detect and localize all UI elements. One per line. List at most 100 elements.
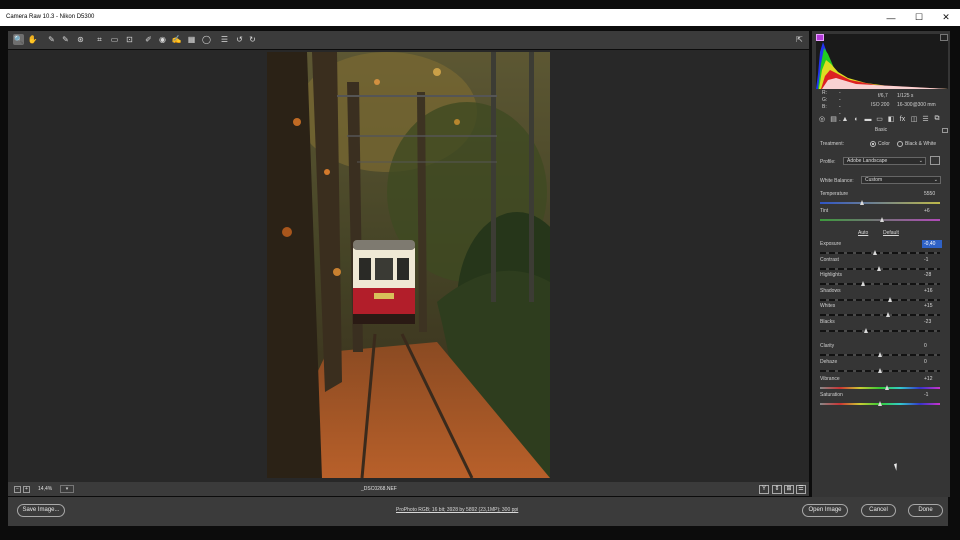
slider-thumb[interactable] — [878, 368, 882, 373]
snapshots-tab-icon[interactable]: ⧉ — [933, 115, 941, 123]
slider-thumb[interactable] — [861, 281, 866, 286]
slider-thumb[interactable] — [878, 401, 882, 406]
slider-track[interactable] — [820, 299, 940, 301]
slider-value-field[interactable]: -23 — [922, 318, 942, 326]
slider-track[interactable] — [820, 314, 940, 316]
slider-thumb[interactable] — [887, 297, 892, 302]
rotate-right-icon[interactable]: ↻ — [247, 34, 258, 45]
slider-tint[interactable]: Tint +6 — [818, 208, 942, 224]
slider-blacks[interactable]: Blacks -23 — [818, 319, 942, 335]
transform-tab-icon[interactable]: ◧ — [887, 115, 895, 123]
before-after-y-button[interactable]: Y — [759, 485, 769, 494]
slider-exposure[interactable]: Exposure -0,40 — [818, 240, 942, 257]
minimize-button[interactable]: — — [877, 9, 905, 26]
white-balance-dropdown[interactable]: Custom ⌄ — [861, 176, 941, 184]
effects-tab-icon[interactable]: fx — [899, 115, 907, 123]
treatment-bw-radio[interactable] — [897, 141, 903, 147]
hand-icon[interactable]: ✋ — [27, 34, 38, 45]
default-link[interactable]: Default — [883, 230, 899, 236]
copy-settings-button[interactable]: ⊞ — [784, 485, 794, 494]
preferences-icon[interactable]: ☰ — [219, 34, 230, 45]
done-button[interactable]: Done — [908, 504, 943, 517]
highlight-clipping-icon[interactable] — [940, 34, 948, 41]
slider-thumb[interactable] — [885, 385, 890, 390]
slider-clarity[interactable]: Clarity 0 — [818, 343, 942, 359]
slider-temperature[interactable]: Temperature 5550 — [818, 191, 942, 207]
maximize-button[interactable]: ☐ — [905, 9, 933, 26]
slider-highlights[interactable]: Highlights -28 — [818, 272, 942, 288]
spot-removal-icon[interactable]: ✐ — [143, 34, 154, 45]
white-balance-icon[interactable]: ✎ — [46, 34, 57, 45]
straighten-icon[interactable]: ▭ — [109, 34, 120, 45]
slider-track[interactable] — [820, 252, 940, 254]
slider-whites[interactable]: Whites +15 — [818, 303, 942, 319]
basic-tab-icon[interactable]: ◎ — [818, 115, 826, 123]
detail-tab-icon[interactable]: ▲ — [841, 115, 849, 123]
auto-link[interactable]: Auto — [858, 230, 868, 236]
slider-thumb[interactable] — [876, 266, 881, 271]
zoom-out-button[interactable]: − — [14, 486, 21, 493]
slider-value-field[interactable]: +12 — [922, 375, 942, 383]
slider-thumb[interactable] — [863, 328, 868, 333]
split-toning-tab-icon[interactable]: ▬ — [864, 115, 872, 123]
shutter-value: 1/125 s — [897, 93, 914, 99]
slider-label: Dehaze — [820, 359, 838, 365]
adjustment-brush-icon[interactable]: ✍ — [171, 34, 182, 45]
slider-value-field[interactable]: 0 — [922, 342, 942, 350]
slider-track[interactable] — [820, 202, 940, 204]
slider-value-field[interactable]: 5550 — [922, 190, 942, 198]
rotate-left-icon[interactable]: ↺ — [234, 34, 245, 45]
profile-browser-icon[interactable] — [930, 156, 940, 165]
presets-tab-icon[interactable]: ☰ — [922, 115, 930, 123]
graduated-filter-icon[interactable]: ▦ — [186, 34, 197, 45]
close-button[interactable]: ✕ — [932, 9, 960, 26]
zoom-icon[interactable]: 🔍 — [13, 34, 24, 45]
slider-track[interactable] — [820, 387, 940, 389]
slider-value-field[interactable]: +15 — [922, 302, 942, 310]
panel-menu-icon[interactable] — [942, 128, 948, 133]
cancel-button[interactable]: Cancel — [861, 504, 896, 517]
slider-saturation[interactable]: Saturation -1 — [818, 392, 942, 408]
color-sampler-icon[interactable]: ✎ — [60, 34, 71, 45]
slider-value-field[interactable]: +16 — [922, 287, 942, 295]
swap-settings-button[interactable]: ⇕ — [772, 485, 782, 494]
tone-curve-tab-icon[interactable]: ▤ — [830, 115, 838, 123]
slider-thumb[interactable] — [860, 200, 864, 205]
slider-thumb[interactable] — [873, 250, 878, 255]
transform-icon[interactable]: ⊡ — [124, 34, 135, 45]
red-eye-icon[interactable]: ◉ — [157, 34, 168, 45]
slider-vibrance[interactable]: Vibrance +12 — [818, 376, 942, 392]
photo-preview[interactable] — [267, 52, 550, 478]
slider-track[interactable] — [820, 283, 940, 285]
slider-track[interactable] — [820, 330, 940, 332]
fullscreen-icon[interactable]: ⇱ — [794, 34, 805, 45]
save-image-button[interactable]: Save Image... — [17, 504, 65, 517]
treatment-color-radio[interactable] — [870, 141, 876, 147]
view-options-button[interactable]: ☰ — [796, 485, 806, 494]
crop-icon[interactable]: ⌗ — [94, 34, 105, 45]
white-balance-label: White Balance: — [820, 178, 854, 184]
slider-value-field[interactable]: -28 — [922, 271, 942, 279]
targeted-adjust-icon[interactable]: ⊛ — [75, 34, 86, 45]
slider-value-field[interactable]: -0,40 — [922, 240, 942, 248]
shadow-clipping-icon[interactable] — [816, 34, 824, 41]
slider-value-field[interactable]: +6 — [922, 207, 942, 215]
workflow-options-link[interactable]: ProPhoto RGB; 16 bit; 3928 by 5892 (23,1… — [396, 507, 518, 513]
profile-dropdown[interactable]: Adobe Landscape ⌄ — [843, 157, 926, 165]
slider-label: Tint — [820, 208, 829, 214]
slider-thumb[interactable] — [880, 217, 885, 222]
slider-value-field[interactable]: -1 — [922, 391, 942, 399]
slider-value-field[interactable]: -1 — [922, 256, 942, 264]
zoom-dropdown[interactable]: ▾ — [60, 485, 74, 493]
hsl-tab-icon[interactable]: ◐ — [853, 115, 861, 123]
calibration-tab-icon[interactable]: ◫ — [910, 115, 918, 123]
open-image-button[interactable]: Open Image — [802, 504, 848, 517]
slider-thumb[interactable] — [886, 312, 891, 317]
slider-value-field[interactable]: 0 — [922, 358, 942, 366]
rgb-readout: R: --- G: --- B: --- — [822, 90, 841, 124]
slider-dehaze[interactable]: Dehaze 0 — [818, 359, 942, 375]
radial-filter-icon[interactable]: ◯ — [201, 34, 212, 45]
slider-thumb[interactable] — [878, 352, 882, 357]
zoom-in-button[interactable]: + — [23, 486, 30, 493]
lens-tab-icon[interactable]: ▭ — [876, 115, 884, 123]
